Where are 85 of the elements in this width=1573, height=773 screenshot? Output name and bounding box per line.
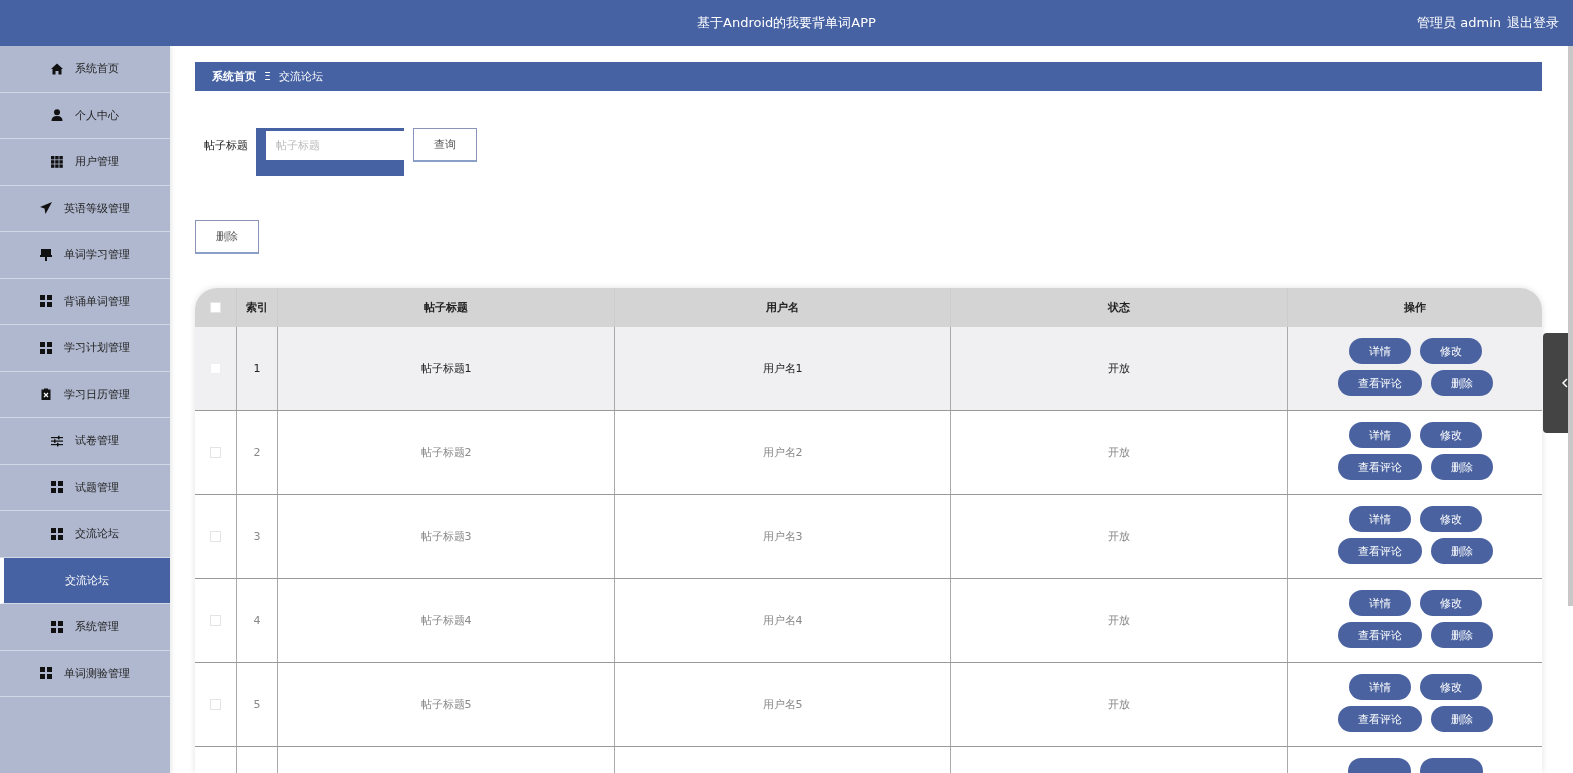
grid-icon <box>40 667 52 680</box>
action-button[interactable]: 详情 <box>1348 674 1411 701</box>
table-cell: 4 <box>253 614 261 628</box>
sidebar-item[interactable]: 系统管理 <box>0 604 170 651</box>
user-label: 管理员 admin <box>1417 14 1501 32</box>
action-button[interactable]: 详情 <box>1348 506 1411 533</box>
action-button[interactable]: 详情 <box>1348 590 1411 617</box>
action-button[interactable]: 查看评论 <box>1337 370 1422 397</box>
table-cell: 1 <box>253 362 261 376</box>
action-button[interactable]: 修改 <box>1419 506 1482 533</box>
row-checkbox[interactable] <box>210 699 221 711</box>
action-button[interactable]: 查看评论 <box>1337 622 1422 649</box>
row-checkbox[interactable] <box>210 531 221 543</box>
sidebar-item[interactable]: 试题管理 <box>0 464 170 511</box>
sidebar-item[interactable]: 个人中心 <box>0 92 170 139</box>
action-button[interactable]: 修改 <box>1419 338 1482 365</box>
paper-plane-icon <box>40 202 52 215</box>
table-cell: 帖子标题4 <box>420 613 472 629</box>
action-button[interactable]: 查看评论 <box>1337 454 1422 481</box>
action-button[interactable]: 删除 <box>1430 706 1493 733</box>
sidebar-item[interactable]: 单词学习管理 <box>0 232 170 279</box>
table-cell: 帖子标题5 <box>420 697 472 713</box>
home-icon <box>51 62 63 75</box>
action-button[interactable]: 删除 <box>1430 538 1493 565</box>
grid-icon <box>51 620 63 633</box>
sidebar-item[interactable]: 学习计划管理 <box>0 325 170 372</box>
select-all-checkbox[interactable] <box>210 302 221 314</box>
table-cell: 用户名5 <box>762 697 803 713</box>
grid-icon <box>40 295 52 308</box>
action-button[interactable]: 查看评论 <box>1337 538 1422 565</box>
table-cell: 用户名2 <box>762 445 803 461</box>
action-button[interactable]: 删除 <box>1430 622 1493 649</box>
row-checkbox[interactable] <box>210 447 221 459</box>
sidebar-item[interactable]: 背诵单词管理 <box>0 278 170 325</box>
row-checkbox[interactable] <box>210 615 221 627</box>
grid-icon <box>51 155 63 168</box>
table-cell: 帖子标题3 <box>420 529 472 545</box>
table-cell: 2 <box>253 446 261 460</box>
table-cell: 开放 <box>1108 361 1130 377</box>
grid-icon <box>40 341 52 354</box>
table-cell: 3 <box>253 530 261 544</box>
clipboard-icon <box>40 388 52 401</box>
table-cell: 用户名1 <box>762 361 803 377</box>
app-title: 基于Android的我要背单词APP <box>697 14 876 32</box>
action-button[interactable]: 查看评论 <box>1337 706 1422 733</box>
table-cell: 开放 <box>1108 445 1130 461</box>
sidebar-item[interactable]: 学习日历管理 <box>0 371 170 418</box>
search-field[interactable]: 帖子标题 <box>256 128 404 177</box>
table-cell: 用户名3 <box>762 529 803 545</box>
table-cell: 开放 <box>1108 613 1130 629</box>
sidebar-item[interactable]: 用户管理 <box>0 139 170 186</box>
grid-icon <box>51 481 63 494</box>
column-header: 操作 <box>1403 300 1427 317</box>
chevron-left-icon <box>1562 378 1568 388</box>
action-button[interactable]: 修改 <box>1419 590 1482 617</box>
panel-handle[interactable] <box>1543 333 1568 433</box>
breadcrumb-current: 交流论坛 <box>278 69 323 85</box>
action-button[interactable]: 修改 <box>1419 422 1482 449</box>
logout-link[interactable]: 退出登录 <box>1507 14 1559 32</box>
table-cell: 开放 <box>1108 529 1130 545</box>
sidebar-item[interactable]: 试卷管理 <box>0 418 170 465</box>
search-button[interactable]: 查询 <box>413 128 477 163</box>
sliders-icon <box>51 434 63 447</box>
grid-icon <box>51 527 63 540</box>
sidebar-item[interactable]: 单词测验管理 <box>0 650 170 697</box>
user-icon <box>51 109 63 122</box>
sidebar-item[interactable]: 交流论坛 <box>0 511 170 558</box>
table-cell: 帖子标题1 <box>420 361 472 377</box>
action-button[interactable]: 删除 <box>1430 454 1493 481</box>
search-label: 帖子标题 <box>204 138 248 154</box>
delete-button[interactable]: 删除 <box>195 220 259 255</box>
table-cell: 5 <box>253 698 261 712</box>
sidebar-item[interactable]: 英语等级管理 <box>0 185 170 232</box>
breadcrumb-separator: Ξ <box>264 70 271 84</box>
action-button[interactable]: 详情 <box>1348 422 1411 449</box>
action-button[interactable]: 详情 <box>1348 338 1411 365</box>
action-button[interactable]: 修改 <box>1419 674 1482 701</box>
submenu-item[interactable]: 交流论坛 <box>0 557 170 604</box>
table-cell: 开放 <box>1108 697 1130 713</box>
table-cell: 用户名4 <box>762 613 803 629</box>
table-cell: 帖子标题2 <box>420 445 472 461</box>
sidebar-item[interactable]: 系统首页 <box>0 46 170 93</box>
action-button[interactable]: 删除 <box>1430 370 1493 397</box>
stamp-icon <box>40 248 52 261</box>
breadcrumb-home[interactable]: 系统首页 <box>212 69 256 85</box>
